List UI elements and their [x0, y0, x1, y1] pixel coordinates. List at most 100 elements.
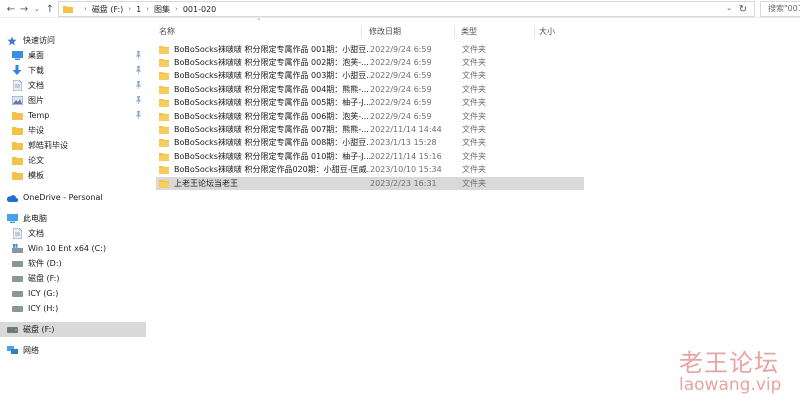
list-item[interactable]: BoBoSocks袜啵啵 积分限定专属作品 010期：柚子-J... 2022/… — [156, 150, 584, 163]
list-item-selected[interactable]: 上老王论坛当老王 2023/2/23 16:31 文件夹 — [156, 177, 584, 190]
nav-this-pc[interactable]: 此电脑 — [0, 211, 146, 226]
nav-item-drive-f[interactable]: 磁盘 (F:) — [0, 271, 146, 286]
list-item[interactable]: BoBoSocks袜啵啵 积分限定专属作品 001期：小甜豆... 2022/9… — [156, 43, 584, 56]
document-icon — [11, 80, 23, 92]
folder-icon — [159, 153, 169, 161]
drive-icon — [11, 288, 23, 300]
back-icon[interactable]: ← — [4, 2, 18, 16]
list-item[interactable]: BoBoSocks袜啵啵 积分限定专属作品 008期：小甜豆... 2023/1… — [156, 136, 584, 149]
nav-item-downloads[interactable]: 下载 — [0, 63, 146, 78]
breadcrumb-item[interactable]: 1 — [136, 5, 141, 14]
breadcrumb-separator-icon: › — [175, 5, 178, 13]
pin-icon[interactable] — [134, 66, 142, 74]
nav-item-drive-d[interactable]: 软件 (D:) — [0, 256, 146, 271]
file-name: BoBoSocks袜啵啵 积分限定专属作品 002期：泡芙-... — [174, 58, 369, 67]
file-date: 2022/11/14 15:16 — [370, 152, 442, 161]
nav-label: Temp — [28, 111, 50, 120]
breadcrumb-separator-icon: › — [84, 5, 87, 13]
address-bar[interactable]: › 磁盘 (F:) › 1 › 图集 › 001-020 ⌄ — [58, 1, 755, 17]
up-icon[interactable]: ↑ — [43, 2, 57, 16]
pin-icon[interactable] — [134, 81, 142, 89]
file-type: 文件夹 — [462, 179, 486, 188]
folder-icon — [11, 170, 23, 182]
recent-locations-icon[interactable]: ⌄ — [30, 2, 44, 16]
nav-item-documents[interactable]: 文档 — [0, 226, 146, 241]
folder-icon — [159, 166, 169, 174]
desktop-icon — [11, 50, 23, 62]
search-input[interactable]: 搜索"001 — [760, 1, 800, 17]
nav-label: 文档 — [28, 81, 44, 90]
nav-label: 网络 — [23, 346, 39, 355]
file-date: 2022/9/24 6:59 — [370, 71, 432, 80]
column-type[interactable]: 类型 — [458, 25, 533, 39]
nav-item-desktop[interactable]: 桌面 — [0, 48, 146, 63]
picture-icon — [11, 95, 23, 107]
folder-icon — [11, 140, 23, 152]
file-type: 文件夹 — [462, 152, 486, 161]
nav-item-pictures[interactable]: 图片 — [0, 93, 146, 108]
nav-quick-access[interactable]: 快速访问 — [0, 33, 146, 48]
file-type: 文件夹 — [462, 85, 486, 94]
nav-item-drive-h[interactable]: ICY (H:) — [0, 301, 146, 316]
star-icon — [6, 35, 18, 47]
list-item[interactable]: BoBoSocks袜啵啵 积分限定专属作品 003期：小甜豆... 2022/9… — [156, 69, 584, 82]
file-name: BoBoSocks袜啵啵 积分限定专属作品 010期：柚子-J... — [174, 152, 370, 161]
nav-item-folder[interactable]: 论文 — [0, 153, 146, 168]
breadcrumb-separator-icon: › — [146, 5, 149, 13]
folder-icon — [11, 155, 23, 167]
nav-item-documents[interactable]: 文档 — [0, 78, 146, 93]
list-item[interactable]: BoBoSocks袜啵啵 积分限定作品020期：小甜豆-匡威... 2023/1… — [156, 163, 584, 176]
file-date: 2022/9/24 6:59 — [370, 112, 432, 121]
list-item[interactable]: BoBoSocks袜啵啵 积分限定专属作品 007期：熊熊-... 2022/1… — [156, 123, 584, 136]
navigation-pane: 快速访问 桌面 下载 文档 图片 Temp 毕设 郭皓莉毕设 论文 模板 One… — [0, 30, 146, 404]
column-date[interactable]: 修改日期 — [366, 25, 456, 39]
forward-icon[interactable]: → — [17, 2, 31, 16]
nav-label: Win 10 Ent x64 (C:) — [28, 244, 107, 253]
nav-label: 文档 — [28, 229, 44, 238]
address-bar-row: ← → ⌄ ↑ › 磁盘 (F:) › 1 › 图集 › 001-020 ⌄ ↻… — [0, 0, 800, 18]
breadcrumb-item[interactable]: 图集 — [154, 4, 170, 15]
folder-icon — [11, 125, 23, 137]
pin-icon[interactable] — [134, 96, 142, 104]
folder-icon — [159, 180, 169, 188]
column-size[interactable]: 大小 — [536, 25, 586, 39]
nav-drive-f-selected[interactable]: 磁盘 (F:) — [0, 322, 146, 337]
list-item[interactable]: BoBoSocks袜啵啵 积分限定专属作品 002期：泡芙-... 2022/9… — [156, 56, 584, 69]
refresh-icon[interactable]: ↻ — [736, 2, 750, 16]
nav-network[interactable]: 网络 — [0, 343, 146, 358]
list-item[interactable]: BoBoSocks袜啵啵 积分限定专属作品 005期：柚子-J... 2022/… — [156, 96, 584, 109]
folder-icon — [159, 126, 169, 134]
drive-icon — [6, 324, 18, 336]
address-dropdown-icon[interactable]: ⌄ — [726, 4, 732, 12]
pin-icon[interactable] — [134, 111, 142, 119]
nav-item-drive-c[interactable]: Win 10 Ent x64 (C:) — [0, 241, 146, 256]
folder-icon — [63, 6, 73, 13]
column-divider[interactable] — [361, 26, 362, 38]
file-type: 文件夹 — [462, 125, 486, 134]
pin-icon[interactable] — [134, 51, 142, 59]
column-divider[interactable] — [454, 26, 455, 38]
nav-label: 磁盘 (F:) — [28, 274, 60, 283]
nav-item-drive-g[interactable]: ICY (G:) — [0, 286, 146, 301]
list-item[interactable]: BoBoSocks袜啵啵 积分限定专属作品 006期：泡芙-... 2022/9… — [156, 110, 584, 123]
nav-label: 毕设 — [28, 126, 44, 135]
breadcrumb-item[interactable]: 磁盘 (F:) — [92, 4, 123, 15]
file-name: BoBoSocks袜啵啵 积分限定专属作品 004期：熊熊-... — [174, 85, 369, 94]
list-item[interactable]: BoBoSocks袜啵啵 积分限定专属作品 004期：熊熊-... 2022/9… — [156, 83, 584, 96]
nav-item-folder[interactable]: 模板 — [0, 168, 146, 183]
nav-onedrive[interactable]: OneDrive - Personal — [0, 190, 146, 205]
file-date: 2023/1/13 15:28 — [370, 138, 437, 147]
file-type: 文件夹 — [462, 58, 486, 67]
document-icon — [11, 228, 23, 240]
nav-label: ICY (G:) — [28, 289, 59, 298]
nav-label: 郭皓莉毕设 — [28, 141, 68, 150]
column-divider[interactable] — [534, 26, 535, 38]
column-name[interactable]: 名称 — [156, 25, 361, 39]
file-name: BoBoSocks袜啵啵 积分限定专属作品 003期：小甜豆... — [174, 71, 370, 80]
breadcrumb-item[interactable]: 001-020 — [183, 5, 216, 14]
nav-item-temp[interactable]: Temp — [0, 108, 146, 123]
nav-item-folder[interactable]: 毕设 — [0, 123, 146, 138]
file-name: BoBoSocks袜啵啵 积分限定作品020期：小甜豆-匡威... — [174, 165, 370, 174]
file-name: BoBoSocks袜啵啵 积分限定专属作品 008期：小甜豆... — [174, 138, 370, 147]
nav-item-folder[interactable]: 郭皓莉毕设 — [0, 138, 146, 153]
